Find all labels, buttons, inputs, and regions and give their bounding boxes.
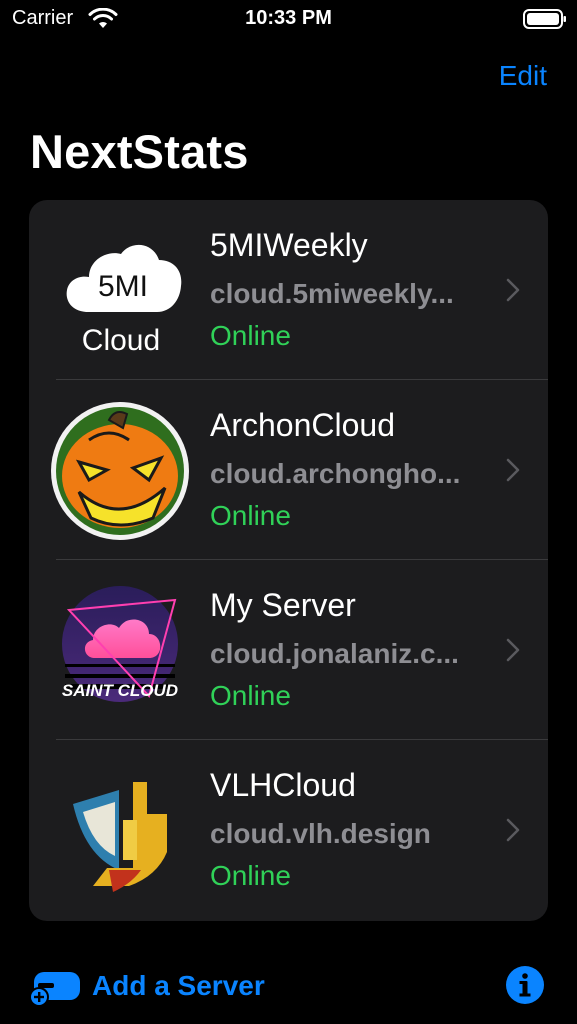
status-bar: Carrier 10:33 PM xyxy=(0,0,577,40)
chevron-right-icon xyxy=(506,638,520,662)
server-status: Online xyxy=(210,860,291,891)
add-server-label: Add a Server xyxy=(92,970,265,1001)
server-list: 5MI Cloud 5MIWeekly cloud.5miweekly... O… xyxy=(29,200,548,921)
server-name: 5MIWeekly xyxy=(210,227,368,263)
cloud-logo-text: Cloud xyxy=(82,324,160,357)
server-url: cloud.archongho... xyxy=(210,458,461,489)
server-status: Online xyxy=(210,320,291,351)
page-title: NextStats xyxy=(30,125,249,178)
saint-cloud-logo: SAINT CLOUD xyxy=(49,580,191,722)
edit-button[interactable]: Edit xyxy=(499,60,547,92)
server-url: cloud.jonalaniz.c... xyxy=(210,638,459,669)
add-server-button[interactable]: Add a Server xyxy=(28,963,265,1009)
server-status: Online xyxy=(210,500,291,531)
battery-icon xyxy=(523,9,566,29)
server-url: cloud.5miweekly... xyxy=(210,278,454,309)
server-row-archoncloud[interactable]: ArchonCloud cloud.archongho... Online xyxy=(29,380,548,560)
info-icon[interactable] xyxy=(505,965,545,1005)
add-server-icon xyxy=(29,972,80,1006)
server-url: cloud.vlh.design xyxy=(210,818,431,849)
server-row-my-server[interactable]: SAINT CLOUD My Server cloud.jonalaniz.c.… xyxy=(29,560,548,740)
server-name: VLHCloud xyxy=(210,767,356,803)
saint-cloud-logo-text: SAINT CLOUD xyxy=(62,681,178,700)
server-row-5miweekly[interactable]: 5MI Cloud 5MIWeekly cloud.5miweekly... O… xyxy=(29,200,548,380)
bottom-toolbar: Add a Server xyxy=(0,955,577,1015)
pumpkin-logo xyxy=(49,400,191,542)
fivemi-logo-text: 5MI xyxy=(98,270,148,303)
server-name: ArchonCloud xyxy=(210,407,395,443)
server-row-vlhcloud[interactable]: VLHCloud cloud.vlh.design Online xyxy=(29,740,548,920)
5mi-cloud-logo: 5MI Cloud xyxy=(49,220,191,362)
chevron-right-icon xyxy=(506,458,520,482)
vlh-logo xyxy=(49,760,191,902)
chevron-right-icon xyxy=(506,818,520,842)
server-name: My Server xyxy=(210,587,356,623)
chevron-right-icon xyxy=(506,278,520,302)
server-status: Online xyxy=(210,680,291,711)
clock: 10:33 PM xyxy=(245,7,332,29)
